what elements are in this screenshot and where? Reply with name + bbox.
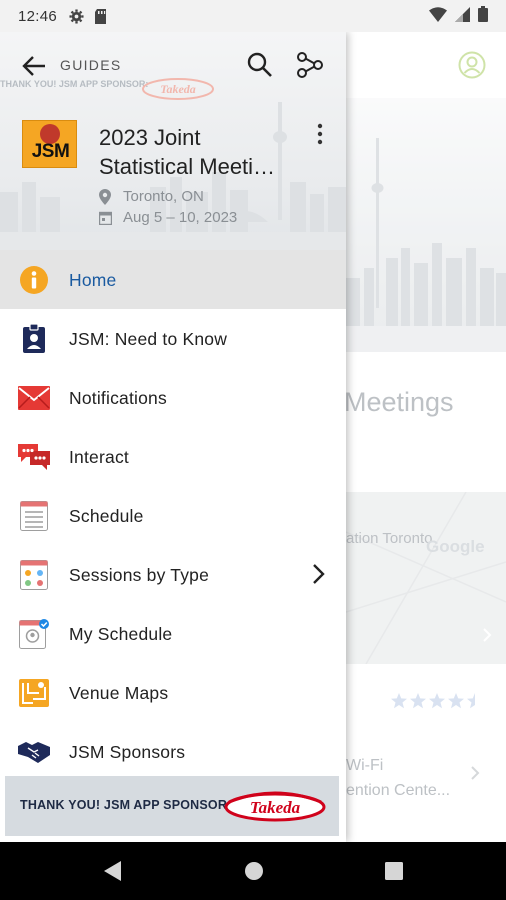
more-vertical-icon[interactable]	[312, 122, 328, 146]
info-icon	[18, 264, 50, 296]
nav-back-icon[interactable]	[104, 861, 122, 886]
search-icon[interactable]	[246, 51, 274, 79]
menu-item-sessions-by-type[interactable]: Sessions by Type	[0, 545, 346, 604]
sponsor-watermark-text: THANK YOU! JSM APP SPONSOR:	[0, 79, 149, 89]
chevron-right-icon[interactable]	[312, 563, 326, 585]
menu-item-label: My Schedule	[69, 624, 173, 644]
takeda-watermark-logo: Takeda	[140, 76, 216, 107]
handshake-icon	[18, 736, 50, 768]
nav-home-icon[interactable]	[244, 861, 264, 886]
status-bar: 12:46	[0, 0, 506, 32]
sponsor-banner[interactable]: THANK YOU! JSM APP SPONSOR: Takeda	[5, 776, 339, 836]
location-pin-icon	[99, 188, 117, 205]
drawer-menu: Home JSM: Need to Know Notifications Int…	[0, 250, 346, 781]
menu-item-label: Schedule	[69, 506, 144, 526]
menu-item-jsm-sponsors[interactable]: JSM Sponsors	[0, 722, 346, 781]
drawer-header: GUIDES THANK YOU! JSM APP SPONSOR: Taked…	[0, 32, 346, 250]
navigation-drawer: GUIDES THANK YOU! JSM APP SPONSOR: Taked…	[0, 32, 346, 842]
menu-item-label: JSM: Need to Know	[69, 329, 228, 349]
menu-item-label: Venue Maps	[69, 683, 169, 703]
logo-text: JSM	[31, 141, 70, 162]
calendar-icon	[99, 211, 117, 225]
share-icon[interactable]	[296, 51, 324, 79]
drawer-toolbar: GUIDES THANK YOU! JSM APP SPONSOR: Taked…	[0, 46, 346, 100]
event-title-line-1: 2023 Joint	[99, 125, 201, 150]
event-dates: Aug 5 – 10, 2023	[99, 209, 237, 226]
menu-item-notifications[interactable]: Notifications	[0, 368, 346, 427]
svg-text:Takeda: Takeda	[160, 82, 196, 96]
menu-item-label: JSM Sponsors	[69, 742, 186, 762]
schedule-list-icon	[18, 500, 50, 532]
event-location: Toronto, ON	[99, 188, 204, 205]
battery-icon	[478, 6, 488, 26]
takeda-logo: Takeda	[224, 791, 326, 822]
event-location-text: Toronto, ON	[123, 188, 204, 205]
envelope-icon	[18, 382, 50, 414]
sponsor-banner-text: THANK YOU! JSM APP SPONSOR:	[20, 798, 232, 812]
wifi-icon	[429, 6, 447, 26]
menu-item-home[interactable]: Home	[0, 250, 346, 309]
settings-gear-icon	[69, 8, 84, 24]
map-icon	[18, 677, 50, 709]
system-navigation-bar	[0, 842, 506, 900]
menu-item-label: Home	[69, 270, 117, 290]
takeda-logo-text: Takeda	[250, 798, 301, 817]
signal-icon	[455, 6, 470, 26]
event-logo: JSM	[22, 120, 77, 168]
drawer-scrim[interactable]	[346, 32, 506, 842]
sd-card-icon	[94, 8, 107, 24]
event-title: 2023 Joint Statistical Meeti…	[99, 123, 299, 181]
status-time: 12:46	[18, 7, 58, 25]
menu-item-my-schedule[interactable]: My Schedule	[0, 604, 346, 663]
back-arrow-icon[interactable]	[20, 52, 48, 80]
menu-item-interact[interactable]: Interact	[0, 427, 346, 486]
nav-recents-icon[interactable]	[385, 862, 403, 885]
menu-item-venue-maps[interactable]: Venue Maps	[0, 663, 346, 722]
session-types-icon	[18, 559, 50, 591]
menu-item-label: Sessions by Type	[69, 565, 210, 585]
badge-icon	[18, 323, 50, 355]
event-dates-text: Aug 5 – 10, 2023	[123, 209, 238, 226]
guides-label[interactable]: GUIDES	[60, 57, 121, 73]
menu-item-need-to-know[interactable]: JSM: Need to Know	[0, 309, 346, 368]
menu-item-label: Interact	[69, 447, 129, 467]
event-title-line-2: Statistical Meeti…	[99, 154, 276, 179]
my-schedule-icon	[18, 618, 50, 650]
menu-item-schedule[interactable]: Schedule	[0, 486, 346, 545]
menu-item-label: Notifications	[69, 388, 167, 408]
chat-bubbles-icon	[18, 441, 50, 473]
